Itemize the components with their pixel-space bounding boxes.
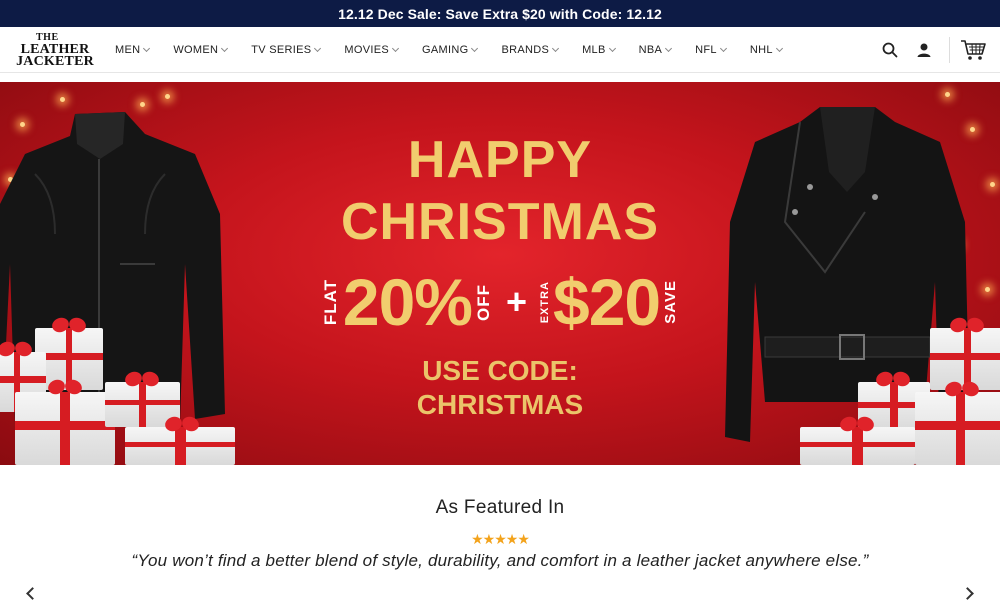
offer-off-label: OFF [473,283,493,321]
main-nav: MEN WOMEN TV SERIES MOVIES GAMING BRANDS… [115,44,806,56]
hero-offer: FLAT 20% OFF + EXTRA $20 SAVE [255,262,745,342]
nav-item-label: MLB [582,43,606,56]
sparkle-light [165,94,170,99]
promo-bar: 12.12 Dec Sale: Save Extra $20 with Code… [0,0,1000,27]
gift-bow-image [840,417,874,431]
chevron-down-icon [665,44,673,52]
offer-percent: 20% [342,265,473,339]
gift-bow-image [945,382,979,396]
chevron-down-icon [314,44,322,52]
offer-save-label: SAVE [662,280,680,324]
hero-headline-happy: HAPPY [407,131,593,189]
carousel-prev-icon[interactable] [26,587,39,600]
nav-item-women[interactable]: WOMEN [173,43,229,56]
nav-item-gaming[interactable]: GAMING [422,43,479,56]
sparkle-light [60,97,65,102]
nav-item-label: NFL [695,43,717,56]
nav-item-label: BRANDS [501,43,550,56]
nav-item-label: MEN [115,43,141,56]
site-header: THE LEATHER JACKETER MEN WOMEN TV SERIES… [0,27,1000,73]
chevron-down-icon [608,44,616,52]
carousel-next-icon[interactable] [961,587,974,600]
offer-plus: + [505,281,527,322]
gift-bow-image [125,372,159,386]
featured-section: As Featured In ★★★★★ “You won’t find a b… [0,465,1000,600]
cart-icon[interactable] [956,35,990,65]
gift-box-image [800,427,915,465]
chevron-down-icon [221,44,229,52]
nav-item-movies[interactable]: MOVIES [344,43,400,56]
testimonial-quote: “You won’t find a better blend of style,… [131,551,869,570]
chevron-down-icon [719,44,727,52]
sparkle-light [990,182,995,187]
nav-item-mlb[interactable]: MLB [582,43,616,56]
offer-flat-label: FLAT [320,278,340,326]
gift-bow-image [48,380,82,394]
logo-line-3: JACKETER [16,53,94,69]
account-icon[interactable] [907,35,941,65]
nav-item-label: NBA [638,43,663,56]
nav-item-nba[interactable]: NBA [638,43,673,56]
sparkle-light [945,92,950,97]
hero-headline-christmas: CHRISTMAS [340,193,660,251]
featured-title: As Featured In [435,497,565,518]
gift-box-image [930,328,1000,390]
gift-box-image [125,427,235,465]
hero-banner[interactable]: HAPPY CHRISTMAS FLAT 20% OFF + EXTRA $20… [0,82,1000,465]
gift-bow-image [52,318,86,332]
gift-bow-image [0,342,32,356]
nav-item-brands[interactable]: BRANDS [501,43,560,56]
nav-item-label: MOVIES [344,43,390,56]
nav-item-nhl[interactable]: NHL [749,43,783,56]
offer-amount: $20 [553,265,661,339]
nav-item-label: NHL [749,43,773,56]
gift-bow-image [950,318,984,332]
search-icon[interactable] [873,35,907,65]
chevron-down-icon [775,44,783,52]
nav-item-nfl[interactable]: NFL [695,43,727,56]
nav-item-label: GAMING [422,43,469,56]
nav-item-tv-series[interactable]: TV SERIES [251,43,322,56]
rating-stars: ★★★★★ [471,531,530,547]
offer-extra-label: EXTRA [539,280,551,324]
header-divider [949,37,950,63]
gift-box-image [15,392,115,465]
gift-box-image [915,392,1000,465]
site-logo[interactable]: THE LEATHER JACKETER [14,32,96,69]
nav-item-label: WOMEN [173,43,219,56]
chevron-down-icon [391,44,400,52]
chevron-down-icon [552,44,560,52]
gift-bow-image [165,417,199,431]
header-actions [873,27,990,73]
nav-item-label: TV SERIES [251,43,312,56]
promo-text: 12.12 Dec Sale: Save Extra $20 with Code… [338,5,662,22]
chevron-down-icon [143,44,151,52]
sparkle-light [985,287,990,292]
gift-bow-image [876,372,910,386]
hero-promo-code: CHRISTMAS [416,389,584,420]
hero-use-code-label: USE CODE: [422,355,578,386]
nav-item-men[interactable]: MEN [115,43,151,56]
chevron-down-icon [471,44,479,52]
